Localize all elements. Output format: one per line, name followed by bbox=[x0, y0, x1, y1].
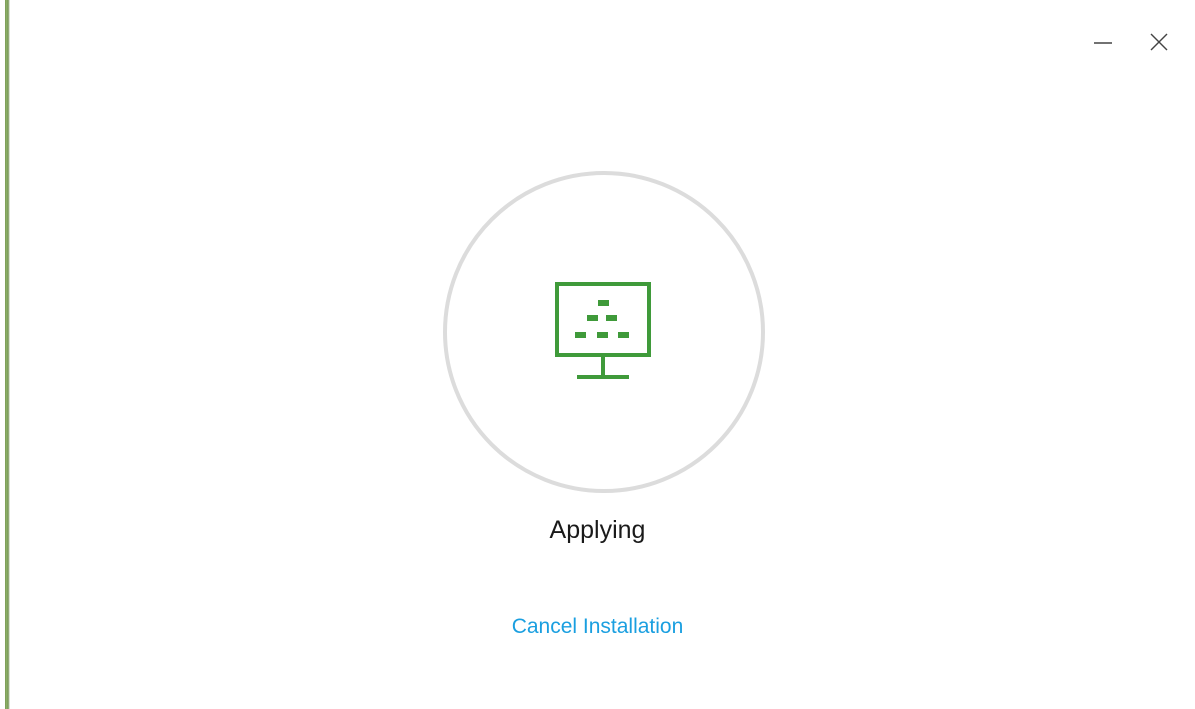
cancel-installation-container: Cancel Installation bbox=[0, 615, 1195, 639]
monitor-network-icon bbox=[555, 282, 651, 379]
minimize-button[interactable] bbox=[1089, 26, 1117, 58]
window-controls bbox=[1089, 26, 1173, 58]
cancel-installation-link[interactable]: Cancel Installation bbox=[512, 615, 684, 638]
installer-window: Applying Cancel Installation bbox=[0, 0, 1195, 709]
minimize-icon bbox=[1094, 42, 1112, 44]
window-left-edge bbox=[0, 0, 10, 709]
status-label: Applying bbox=[549, 516, 646, 544]
close-button[interactable] bbox=[1145, 26, 1173, 58]
close-icon bbox=[1150, 33, 1168, 51]
